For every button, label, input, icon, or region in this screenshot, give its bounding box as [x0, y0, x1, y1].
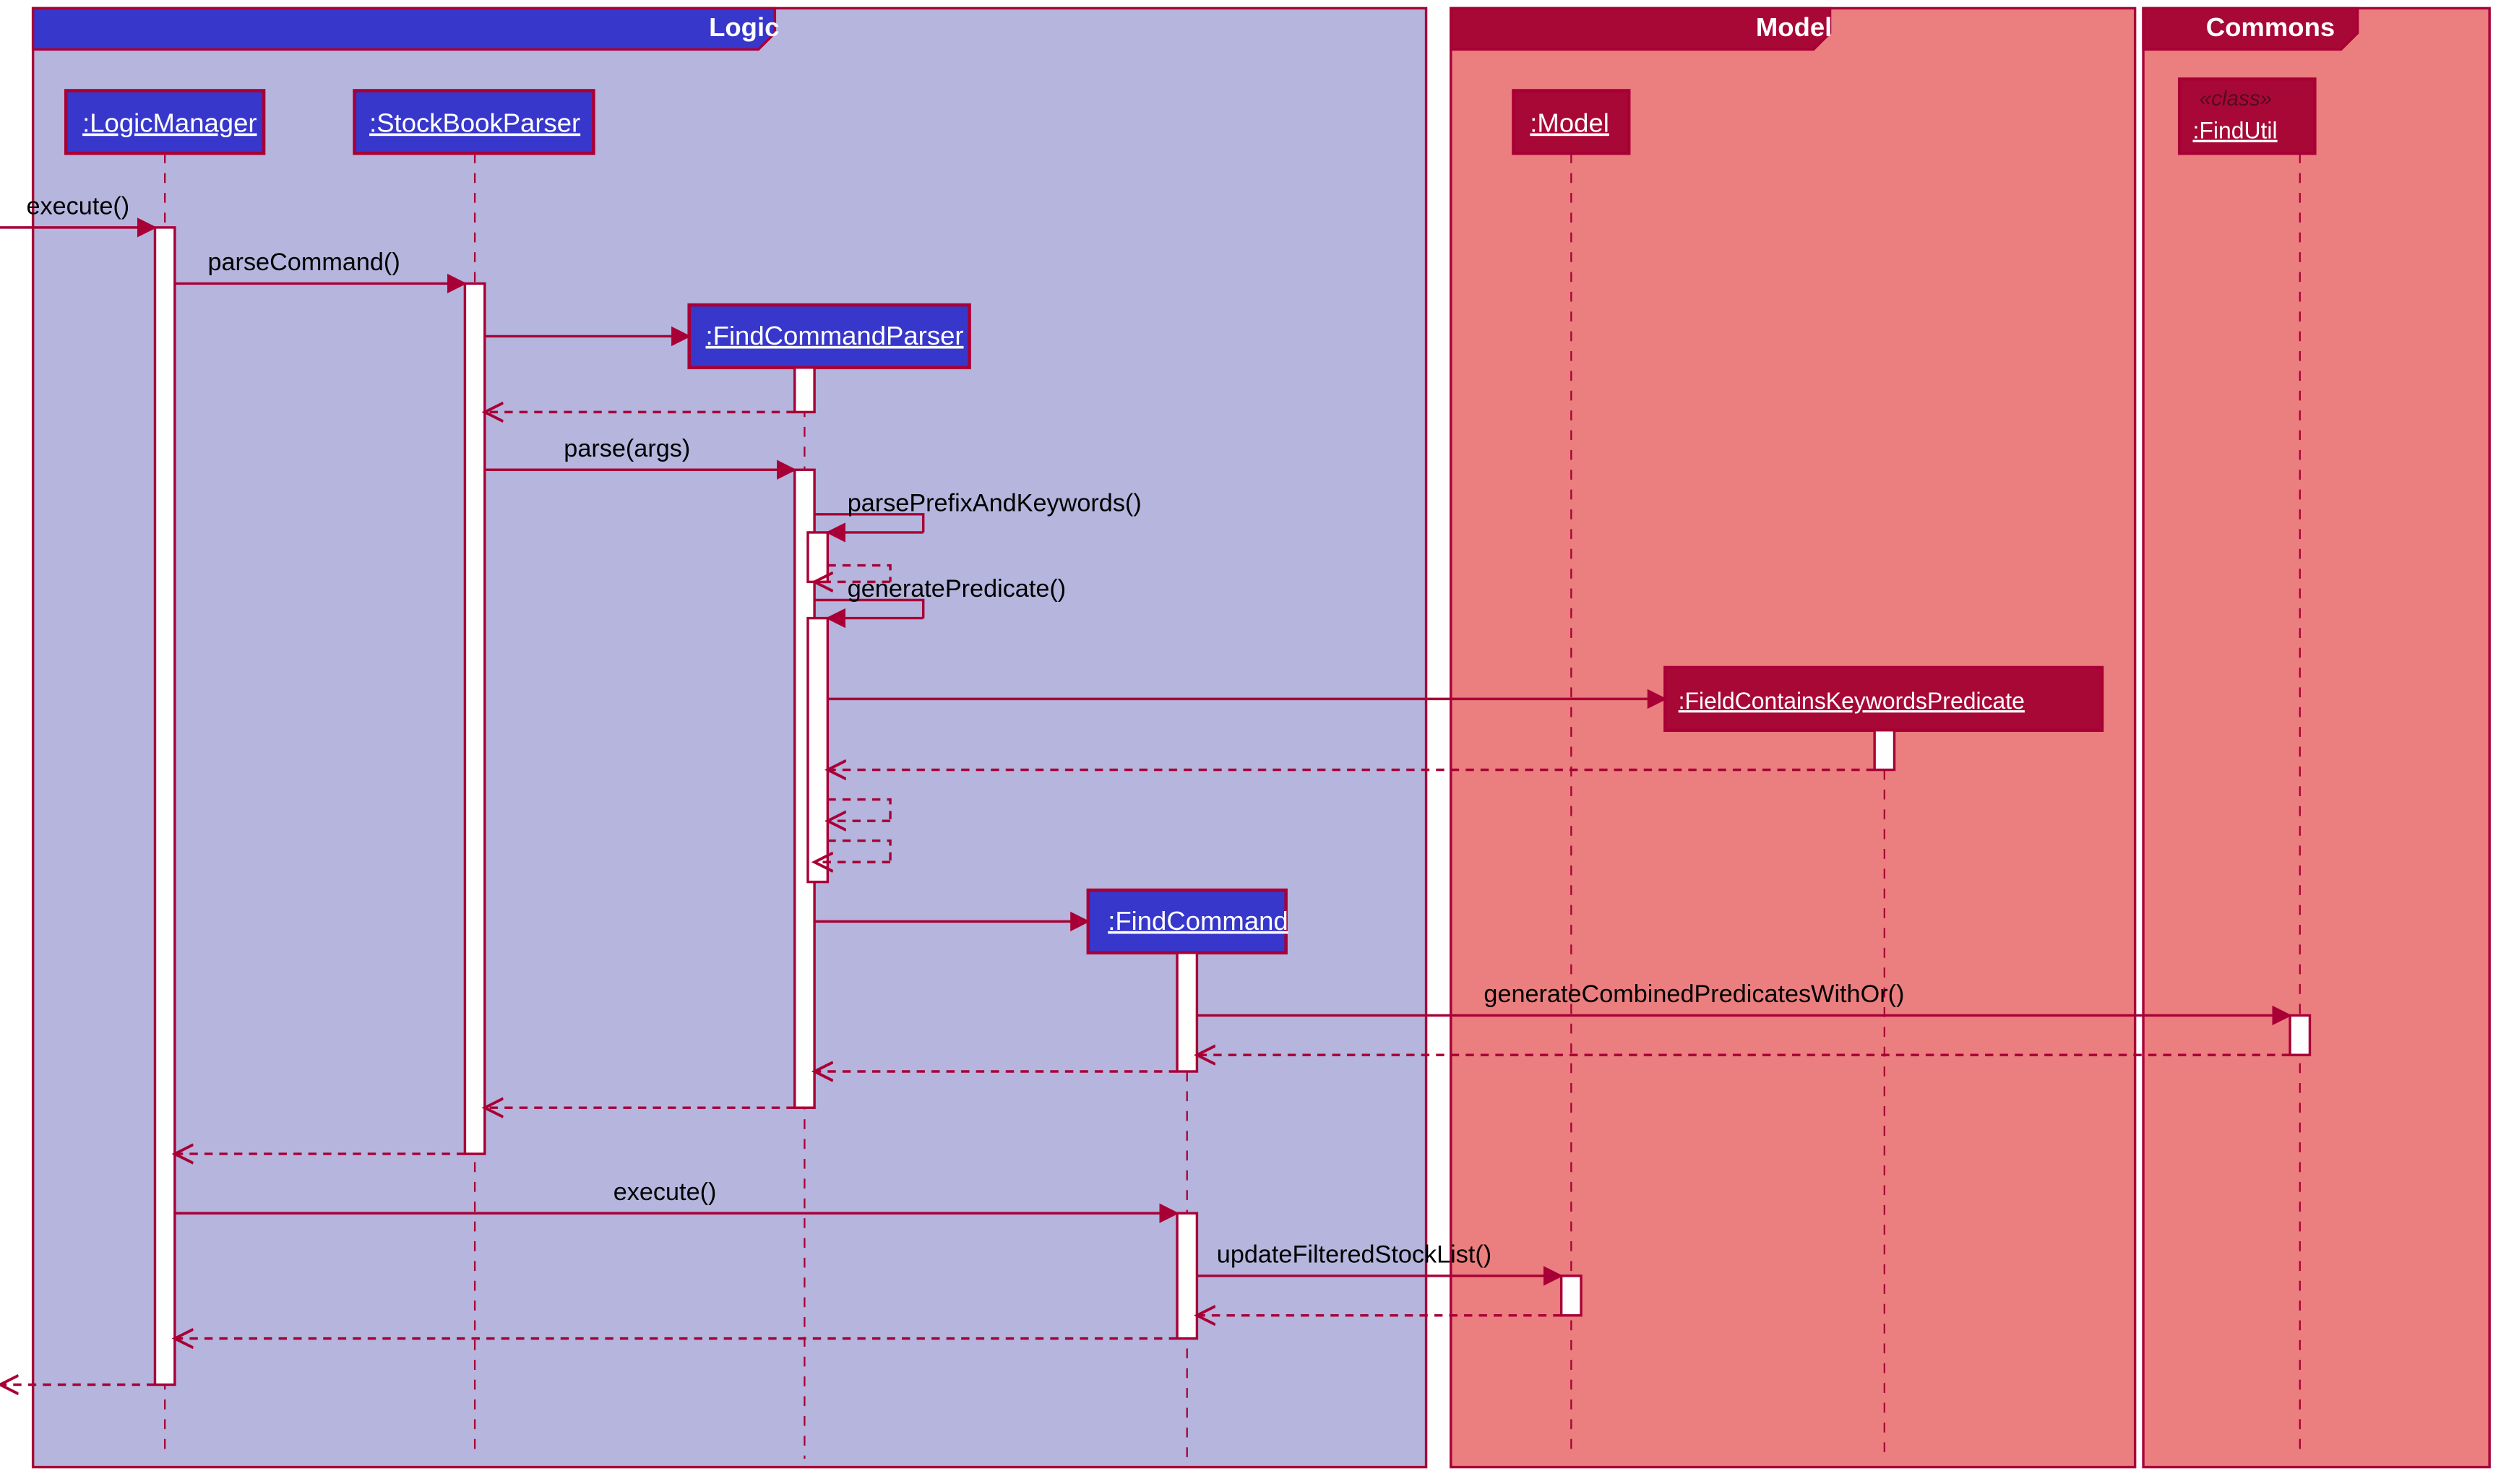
activation-stockbook-parser [465, 283, 484, 1154]
svg-text::FindCommandParser: :FindCommandParser [706, 321, 964, 350]
activation-fcp-self2 [808, 618, 827, 882]
activation-predicate [1874, 730, 1894, 770]
activation-findutil [2290, 1015, 2309, 1055]
svg-text::FieldContainsKeywordsPredicat: :FieldContainsKeywordsPredicate [1679, 688, 2025, 714]
frame-model: Model [1451, 8, 2135, 1467]
svg-text:Model: Model [1756, 12, 1832, 42]
sequence-diagram: Logic Model Commons :LogicManager :Stock… [0, 0, 2506, 1483]
svg-text:Logic: Logic [709, 12, 779, 42]
svg-text:«class»: «class» [2200, 87, 2273, 111]
svg-text::LogicManager: :LogicManager [82, 108, 257, 138]
svg-text:execute(): execute() [613, 1178, 717, 1206]
activation-fcp-create [795, 368, 814, 413]
svg-text::FindCommand: :FindCommand [1108, 906, 1288, 936]
svg-text:parsePrefixAndKeywords(): parsePrefixAndKeywords() [848, 489, 1142, 517]
svg-text:generateCombinedPredicatesWith: generateCombinedPredicatesWithOr() [1484, 980, 1904, 1008]
svg-text::StockBookParser: :StockBookParser [369, 108, 580, 138]
activation-logic-manager [155, 228, 174, 1385]
activation-model [1562, 1276, 1581, 1316]
activation-findcommand-exec [1177, 1213, 1197, 1338]
svg-text:updateFilteredStockList(): updateFilteredStockList() [1217, 1241, 1491, 1269]
activation-fcp-self1 [808, 532, 827, 582]
activation-findcommand-create [1177, 953, 1197, 1071]
svg-text::Model: :Model [1530, 108, 1609, 138]
frame-commons: Commons [2143, 8, 2489, 1467]
svg-text:generatePredicate(): generatePredicate() [848, 575, 1066, 603]
svg-text:parse(args): parse(args) [564, 435, 690, 462]
svg-text::FindUtil: :FindUtil [2192, 118, 2277, 144]
svg-text:execute(): execute() [27, 193, 130, 220]
svg-text:parseCommand(): parseCommand() [207, 249, 400, 276]
svg-text:Commons: Commons [2206, 12, 2335, 42]
